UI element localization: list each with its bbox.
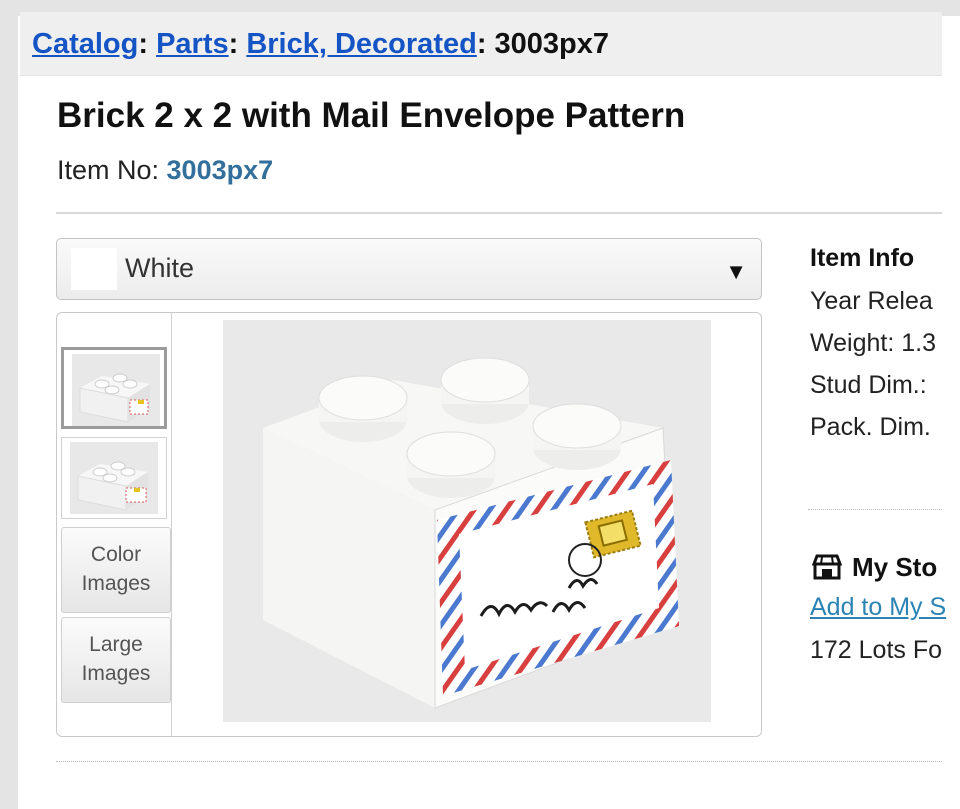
- item-info: Item Info Year Relea Weight: 1.3 Stud Di…: [810, 244, 960, 441]
- add-to-my-store-link[interactable]: Add to My S: [810, 593, 946, 622]
- my-store-heading-text: My Sto: [852, 552, 938, 582]
- color-images-label-line1: Color: [90, 543, 142, 566]
- color-images-label-line2: Images: [81, 572, 151, 595]
- breadcrumb-link-brick-decorated[interactable]: Brick, Decorated: [246, 28, 477, 60]
- large-images-label-line2: Images: [81, 662, 151, 685]
- large-images-label-line1: Large: [89, 633, 143, 656]
- divider: [56, 761, 942, 762]
- item-number-value: 3003px7: [166, 155, 274, 185]
- divider: [808, 509, 942, 510]
- brick-image: [223, 320, 711, 722]
- color-images-button[interactable]: Color Images: [61, 527, 171, 613]
- main-product-image[interactable]: [223, 320, 711, 722]
- item-number-label: Item No:: [57, 155, 167, 185]
- color-swatch: [71, 248, 117, 290]
- color-select-value: White: [125, 253, 195, 283]
- image-gallery: Color Images Large Images: [56, 312, 762, 737]
- weight: Weight: 1.3: [810, 329, 937, 357]
- item-number: Item No: 3003px7: [57, 155, 273, 186]
- dropdown-arrow-icon: ▼: [725, 259, 747, 284]
- large-images-button[interactable]: Large Images: [61, 617, 171, 703]
- my-store-heading: My Sto: [811, 552, 938, 583]
- breadcrumb-link-catalog[interactable]: Catalog: [32, 28, 138, 60]
- thumbnail-column: Color Images Large Images: [57, 313, 172, 736]
- divider: [56, 212, 942, 214]
- color-select[interactable]: White ▼: [56, 238, 762, 300]
- item-info-heading: Item Info: [810, 244, 915, 272]
- year-released: Year Relea: [810, 287, 933, 315]
- stud-dimensions: Stud Dim.:: [810, 371, 927, 399]
- thumbnail-1[interactable]: [61, 347, 167, 429]
- breadcrumb-current: 3003px7: [494, 28, 610, 60]
- brick-thumbnail-icon: [72, 354, 160, 426]
- brick-thumbnail-icon: [70, 442, 158, 514]
- breadcrumb: Catalog: Parts: Brick, Decorated: 3003px…: [20, 12, 942, 76]
- breadcrumb-link-parts[interactable]: Parts: [156, 28, 229, 60]
- store-icon: [811, 554, 843, 580]
- thumbnail-2[interactable]: [61, 437, 167, 519]
- pack-dimensions: Pack. Dim.: [810, 413, 931, 441]
- page-title: Brick 2 x 2 with Mail Envelope Pattern: [57, 96, 686, 135]
- lots-for-sale: 172 Lots Fo: [810, 636, 943, 664]
